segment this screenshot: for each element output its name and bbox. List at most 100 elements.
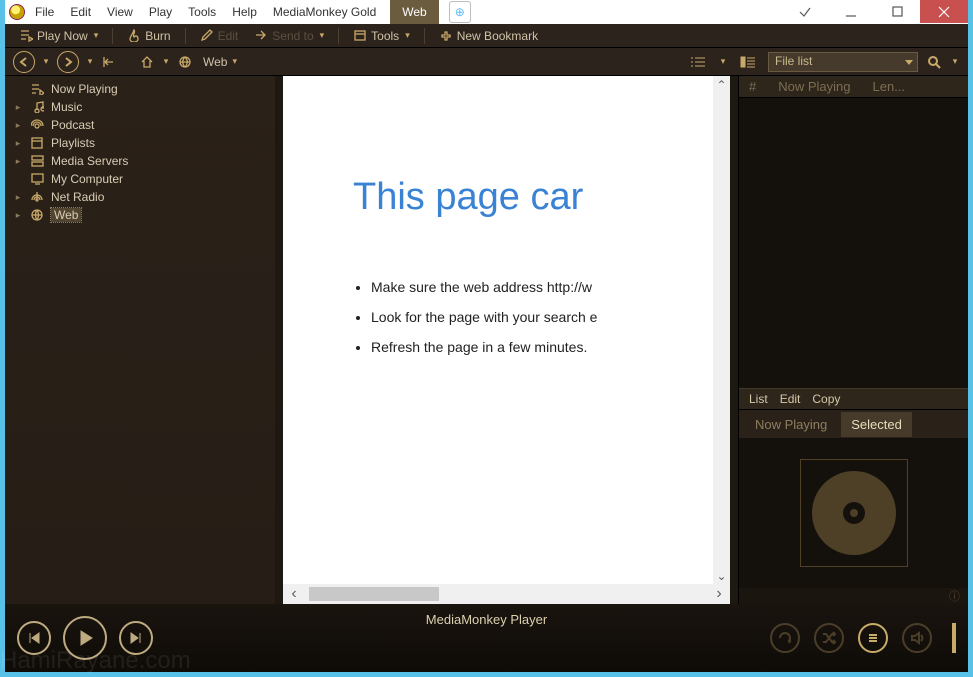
edit-label: Edit xyxy=(218,29,239,43)
tab-selected[interactable]: Selected xyxy=(841,412,912,437)
home-icon[interactable] xyxy=(139,54,155,70)
plus-icon: ⊕ xyxy=(455,5,465,19)
disc-icon xyxy=(800,459,908,567)
play-now-button[interactable]: Play Now ▾ xyxy=(13,27,104,45)
nav-up-button[interactable] xyxy=(101,54,117,70)
menu-play[interactable]: Play xyxy=(143,2,178,22)
send-to-button[interactable]: Send to ▾ xyxy=(248,27,330,45)
action-toolbar: Play Now ▾ Burn Edit Send to ▾ Tools ▾ N… xyxy=(5,24,968,48)
shuffle-button[interactable] xyxy=(814,623,844,653)
panel-menu-copy[interactable]: Copy xyxy=(812,392,840,406)
breadcrumb-web[interactable]: Web ▾ xyxy=(199,53,241,71)
server-icon xyxy=(29,154,45,168)
volume-button[interactable] xyxy=(902,623,932,653)
album-art[interactable] xyxy=(739,438,968,588)
edit-button[interactable]: Edit xyxy=(194,27,245,45)
horizontal-scrollbar[interactable]: ‹ › xyxy=(283,584,730,604)
view-list-dropdown[interactable]: ▾ xyxy=(718,56,728,67)
tree-now-playing[interactable]: Now Playing xyxy=(5,80,275,98)
panel-menu-list[interactable]: List xyxy=(749,392,768,406)
play-now-label: Play Now xyxy=(37,29,88,43)
nowplaying-icon xyxy=(29,82,45,96)
web-icon xyxy=(177,54,193,70)
tree-podcast[interactable]: ▸ Podcast xyxy=(5,116,275,134)
menu-gold[interactable]: MediaMonkey Gold xyxy=(267,2,382,22)
scroll-thumb[interactable] xyxy=(309,587,439,601)
volume-slider[interactable] xyxy=(952,623,956,653)
chevron-down-icon: ▾ xyxy=(405,30,410,41)
computer-icon xyxy=(29,172,45,186)
main-area: Now Playing ▸ Music ▸ Podcast ▸ Playlist… xyxy=(5,76,968,604)
home-dropdown[interactable]: ▾ xyxy=(161,56,171,67)
tree-music[interactable]: ▸ Music xyxy=(5,98,275,116)
playlist-icon xyxy=(19,29,33,43)
scroll-left-icon[interactable]: ‹ xyxy=(283,584,305,604)
tools-icon xyxy=(353,29,367,43)
web-content[interactable]: This page car Make sure the web address … xyxy=(283,76,730,584)
scroll-right-icon[interactable]: › xyxy=(708,584,730,604)
menu-view[interactable]: View xyxy=(101,2,139,22)
expand-icon[interactable]: ▸ xyxy=(13,138,23,149)
col-nowplaying[interactable]: Now Playing xyxy=(778,79,850,94)
new-bookmark-button[interactable]: New Bookmark xyxy=(433,27,544,45)
edit-icon xyxy=(200,29,214,43)
info-icon[interactable]: ⓘ xyxy=(739,588,968,604)
radio-icon xyxy=(29,190,45,204)
search-dropdown[interactable]: ▾ xyxy=(950,56,960,67)
col-number[interactable]: # xyxy=(749,79,756,94)
view-list-button[interactable] xyxy=(684,52,712,72)
bookmark-icon xyxy=(439,29,453,43)
burn-button[interactable]: Burn xyxy=(121,27,176,45)
forward-history-dropdown[interactable]: ▾ xyxy=(85,56,95,67)
window-maximize-button[interactable] xyxy=(874,0,920,23)
tab-web[interactable]: Web xyxy=(390,0,438,24)
burn-label: Burn xyxy=(145,29,170,43)
scroll-down-icon[interactable]: ⌄ xyxy=(713,567,730,584)
tree-web[interactable]: ▸ Web xyxy=(5,206,275,224)
window-help-button[interactable] xyxy=(782,0,828,23)
expand-icon[interactable]: ▸ xyxy=(13,192,23,203)
tracklist-body[interactable] xyxy=(739,98,968,388)
podcast-icon xyxy=(29,118,45,132)
tree-playlists[interactable]: ▸ Playlists xyxy=(5,134,275,152)
tools-label: Tools xyxy=(371,29,399,43)
app-icon xyxy=(9,4,25,20)
globe-icon xyxy=(29,208,45,222)
tree-net-radio[interactable]: ▸ Net Radio xyxy=(5,188,275,206)
nav-forward-button[interactable] xyxy=(57,51,79,73)
expand-icon[interactable]: ▸ xyxy=(13,120,23,131)
nav-back-button[interactable] xyxy=(13,51,35,73)
col-length[interactable]: Len... xyxy=(873,79,906,94)
queue-button[interactable] xyxy=(858,623,888,653)
chevron-down-icon: ▾ xyxy=(94,30,99,41)
filelist-value: File list xyxy=(775,54,812,68)
menu-help[interactable]: Help xyxy=(226,2,263,22)
error-bullet: Look for the page with your search e xyxy=(371,309,706,325)
expand-icon[interactable]: ▸ xyxy=(13,156,23,167)
vertical-scrollbar[interactable]: ⌃ ⌄ xyxy=(713,76,730,584)
scroll-up-icon[interactable]: ⌃ xyxy=(713,76,730,93)
view-columns-button[interactable] xyxy=(734,52,762,72)
tree-media-servers[interactable]: ▸ Media Servers xyxy=(5,152,275,170)
music-icon xyxy=(29,100,45,114)
menu-file[interactable]: File xyxy=(29,2,60,22)
window-minimize-button[interactable] xyxy=(828,0,874,23)
new-tab-button[interactable]: ⊕ xyxy=(449,1,471,23)
filelist-dropdown[interactable]: File list xyxy=(768,52,918,72)
expand-icon[interactable]: ▸ xyxy=(13,210,23,221)
tools-button[interactable]: Tools ▾ xyxy=(347,27,416,45)
panel-menu-edit[interactable]: Edit xyxy=(780,392,801,406)
repeat-button[interactable] xyxy=(770,623,800,653)
tree-label: Media Servers xyxy=(51,154,128,168)
tree-my-computer[interactable]: My Computer xyxy=(5,170,275,188)
menu-edit[interactable]: Edit xyxy=(64,2,97,22)
window-close-button[interactable] xyxy=(920,0,968,23)
menu-tools[interactable]: Tools xyxy=(182,2,222,22)
search-button[interactable] xyxy=(924,52,944,72)
error-heading: This page car xyxy=(353,176,706,219)
expand-icon[interactable]: ▸ xyxy=(13,102,23,113)
error-bullet: Refresh the page in a few minutes. xyxy=(371,339,706,355)
send-to-label: Send to xyxy=(272,29,313,43)
tab-now-playing[interactable]: Now Playing xyxy=(745,412,837,437)
back-history-dropdown[interactable]: ▾ xyxy=(41,56,51,67)
